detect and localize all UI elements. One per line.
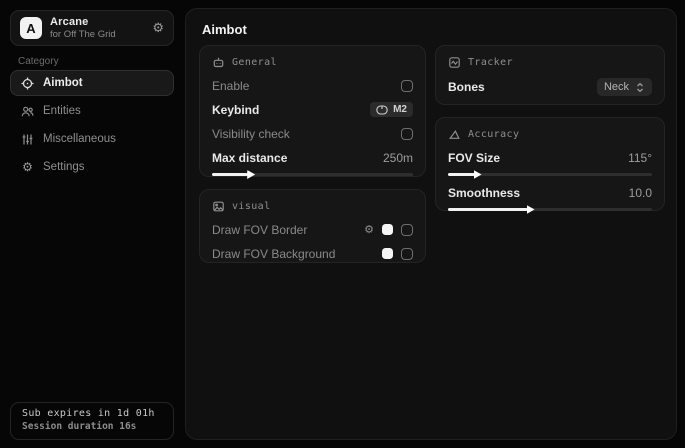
sidebar-item-aimbot[interactable]: Aimbot xyxy=(10,70,174,96)
sidebar-item-miscellaneous[interactable]: Miscellaneous xyxy=(10,126,174,152)
visibility-check-label: Visibility check xyxy=(212,127,290,141)
category-label: Category xyxy=(18,56,59,67)
draw-fov-background-row: Draw FOV Background xyxy=(212,246,413,261)
fov-size-slider-fill xyxy=(448,173,475,176)
chevrons-up-down-icon xyxy=(635,82,645,93)
app-window: A Arcane for Off The Grid ⚙ Category Aim… xyxy=(0,0,685,448)
accuracy-card-header: Accuracy xyxy=(448,128,652,141)
bones-selected-value: Neck xyxy=(604,81,629,93)
general-card: General Enable Keybind M2 xyxy=(199,45,426,177)
max-distance-label: Max distance xyxy=(212,151,287,165)
fov-size-label: FOV Size xyxy=(448,151,500,165)
activity-icon xyxy=(448,56,461,69)
sidebar-item-entities[interactable]: Entities xyxy=(10,98,174,124)
draw-fov-border-controls: ⚙ xyxy=(364,224,413,236)
gear-icon[interactable]: ⚙ xyxy=(364,224,374,235)
keybind-badge[interactable]: M2 xyxy=(370,102,413,117)
enable-checkbox[interactable] xyxy=(401,80,413,92)
draw-fov-background-label: Draw FOV Background xyxy=(212,247,335,261)
max-distance-value: 250m xyxy=(383,151,413,165)
max-distance-row: Max distance 250m xyxy=(212,150,413,165)
fov-size-slider[interactable] xyxy=(448,173,652,176)
enable-label: Enable xyxy=(212,79,249,93)
smoothness-slider-thumb[interactable] xyxy=(527,205,535,214)
fov-size-slider-thumb[interactable] xyxy=(474,170,482,179)
bones-select[interactable]: Neck xyxy=(597,78,652,96)
sidebar-item-label: Settings xyxy=(43,161,85,173)
draw-fov-background-checkbox[interactable] xyxy=(401,248,413,260)
visual-card-header: visual xyxy=(212,200,413,213)
tracker-card-header: Tracker xyxy=(448,56,652,69)
accuracy-card-title: Accuracy xyxy=(468,129,519,140)
bones-row: Bones Neck xyxy=(448,78,652,96)
image-icon xyxy=(212,200,225,213)
smoothness-slider[interactable] xyxy=(448,208,652,211)
sidebar-nav: Aimbot Entities Miscellaneous xyxy=(10,70,174,182)
max-distance-slider-fill xyxy=(212,173,248,176)
gear-icon[interactable]: ⚙ xyxy=(152,22,164,35)
bones-label: Bones xyxy=(448,80,485,94)
smoothness-slider-fill xyxy=(448,208,528,211)
fov-border-color-swatch[interactable] xyxy=(382,224,393,235)
page-title: Aimbot xyxy=(202,22,247,37)
subscription-card: Sub expires in 1d 01h Session duration 1… xyxy=(10,402,174,440)
sub-expiry-text: Sub expires in 1d 01h xyxy=(22,408,162,419)
users-icon xyxy=(21,105,34,118)
draw-fov-border-label: Draw FOV Border xyxy=(212,223,307,237)
max-distance-slider-thumb[interactable] xyxy=(247,170,255,179)
keybind-label: Keybind xyxy=(212,103,259,117)
visibility-check-checkbox[interactable] xyxy=(401,128,413,140)
general-card-title: General xyxy=(232,57,277,68)
keybind-value: M2 xyxy=(393,104,407,115)
session-duration-text: Session duration 16s xyxy=(22,421,162,432)
sidebar-item-label: Miscellaneous xyxy=(43,133,116,145)
tracker-card: Tracker Bones Neck xyxy=(435,45,665,105)
smoothness-value: 10.0 xyxy=(629,186,652,200)
accuracy-card: Accuracy FOV Size 115° Smoothness 10.0 xyxy=(435,117,665,211)
enable-row: Enable xyxy=(212,78,413,93)
angle-icon xyxy=(448,128,461,141)
tracker-card-title: Tracker xyxy=(468,57,513,68)
mouse-icon xyxy=(376,105,388,115)
crosshair-icon xyxy=(21,77,34,90)
visual-card-title: visual xyxy=(232,201,271,212)
draw-fov-border-row: Draw FOV Border ⚙ xyxy=(212,222,413,237)
brand-title: Arcane xyxy=(50,16,152,28)
brand-text: Arcane for Off The Grid xyxy=(50,16,152,40)
sidebar-item-label: Aimbot xyxy=(43,77,83,89)
sidebar-item-label: Entities xyxy=(43,105,81,117)
smoothness-row: Smoothness 10.0 xyxy=(448,185,652,200)
fov-background-color-swatch[interactable] xyxy=(382,248,393,259)
bot-icon xyxy=(212,56,225,69)
max-distance-slider[interactable] xyxy=(212,173,413,176)
keybind-row: Keybind M2 xyxy=(212,102,413,117)
brand-logo: A xyxy=(20,17,42,39)
smoothness-label: Smoothness xyxy=(448,186,520,200)
brand-subtitle: for Off The Grid xyxy=(50,29,152,40)
main-panel: Aimbot General Enable Keybind xyxy=(185,8,677,440)
brand-card: A Arcane for Off The Grid ⚙ xyxy=(10,10,174,46)
visual-card: visual Draw FOV Border ⚙ Draw FOV Backgr… xyxy=(199,189,426,263)
sliders-icon xyxy=(21,133,34,146)
visibility-check-row: Visibility check xyxy=(212,126,413,141)
fov-size-value: 115° xyxy=(628,151,652,165)
sidebar-item-settings[interactable]: ⚙ Settings xyxy=(10,154,174,180)
draw-fov-background-controls xyxy=(382,248,413,260)
draw-fov-border-checkbox[interactable] xyxy=(401,224,413,236)
general-card-header: General xyxy=(212,56,413,69)
fov-size-row: FOV Size 115° xyxy=(448,150,652,165)
gear-icon: ⚙ xyxy=(21,161,34,174)
